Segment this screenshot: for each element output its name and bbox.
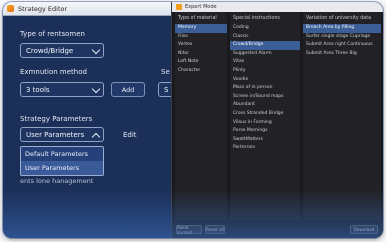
instructions-list: Coding Classic Crowd/Bridge Suggested Alarm…: [230, 24, 300, 153]
material-list-item[interactable]: Loft Note: [175, 58, 227, 67]
instruction-list-item[interactable]: Porterrain: [230, 144, 300, 153]
material-list-item[interactable]: Character: [175, 67, 227, 76]
instruction-list-item[interactable]: SwattMatters: [230, 136, 300, 145]
trailing-text: ents lone hanagement: [20, 177, 94, 185]
column-instructions: Special instructions Coding Classic Crowd/…: [230, 12, 300, 220]
params-label: Strategy Parameters: [20, 115, 93, 123]
params-select-value: User Parameters: [26, 130, 85, 139]
add-button[interactable]: Add: [111, 82, 145, 97]
column-variation: Variation of university data Breach Area…: [303, 12, 381, 220]
instruction-list-item[interactable]: Purse Mornings: [230, 127, 300, 136]
chevron-down-icon: [91, 45, 101, 55]
instruction-list-item[interactable]: Crowd/Bridge: [230, 41, 300, 50]
variation-list-item[interactable]: Submit Area right Continuous: [303, 41, 381, 50]
method-select-value: 3 tools: [26, 85, 50, 94]
type-label: Type of rentsomen: [20, 30, 85, 38]
instruction-list-item[interactable]: Screen in/Sound maps: [230, 93, 300, 102]
editor-titlebar: Strategy Editor: [3, 2, 171, 16]
chevron-up-icon: [91, 132, 101, 142]
params-dropdown-menu: Default Parameters User Parameters: [20, 146, 104, 176]
material-list-item[interactable]: Nitor: [175, 50, 227, 59]
edit-link[interactable]: Edit: [123, 131, 137, 139]
side-select[interactable]: S: [158, 82, 171, 97]
variation-list-item[interactable]: Surfer single stage Cupriage: [303, 33, 381, 42]
variation-list: Breach Area by filling Surfer single stag…: [303, 24, 381, 58]
side-select-value: S: [164, 85, 169, 94]
app-logo-icon: [7, 5, 14, 12]
expert-titlebar: Expert Mode: [172, 2, 383, 12]
instruction-list-item[interactable]: Vitas: [230, 58, 300, 67]
instruction-list-item[interactable]: Classic: [230, 33, 300, 42]
chevron-down-icon: [91, 84, 101, 94]
params-select[interactable]: User Parameters: [20, 127, 104, 142]
instruction-list-item[interactable]: Mass of in person: [230, 84, 300, 93]
instruction-list-item[interactable]: Voodie: [230, 76, 300, 85]
se-label: Se: [161, 68, 170, 76]
type-select-value: Crowd/Bridge: [26, 46, 74, 55]
material-list-item[interactable]: Memory: [175, 24, 227, 33]
instruction-list-item[interactable]: Vilous in Forming: [230, 119, 300, 128]
variation-list-item[interactable]: Submit Area Three Big: [303, 50, 381, 59]
editor-title: Strategy Editor: [18, 4, 68, 13]
material-list-item[interactable]: Vertex: [175, 41, 227, 50]
type-select[interactable]: Crowd/Bridge: [20, 43, 104, 58]
expert-title: Expert Mode: [185, 4, 217, 10]
download-button[interactable]: Download: [350, 225, 378, 234]
instruction-list-item[interactable]: Suggested Alarm: [230, 50, 300, 59]
column-header: Type of material: [178, 16, 217, 21]
app-logo-icon: [176, 4, 182, 10]
instruction-list-item[interactable]: Plinty: [230, 67, 300, 76]
method-label: Exmnution method: [20, 68, 87, 76]
instruction-list-item[interactable]: Abundant: [230, 101, 300, 110]
column-header: Variation of university data: [306, 16, 372, 21]
expert-window: Expert Mode Type of material Memory Files…: [171, 2, 383, 238]
expert-footer: Reset current Reset all Download: [172, 221, 383, 238]
instruction-list-item[interactable]: Coding: [230, 24, 300, 33]
dropdown-option-default[interactable]: Default Parameters: [21, 147, 103, 161]
material-list: Memory Files Vertex Nitor Loft Note Character: [175, 24, 227, 76]
material-list-item[interactable]: Files: [175, 33, 227, 42]
reset-current-button[interactable]: Reset current: [176, 225, 202, 235]
dropdown-option-user[interactable]: User Parameters: [21, 161, 103, 175]
editor-body: Type of rentsomen Crowd/Bridge Exmnution…: [3, 16, 171, 238]
instruction-list-item[interactable]: Cross Stranded Bridge: [230, 110, 300, 119]
method-select[interactable]: 3 tools: [20, 82, 104, 97]
column-material: Type of material Memory Files Vertex Nitor L…: [175, 12, 227, 220]
variation-list-item[interactable]: Breach Area by filling: [303, 24, 381, 33]
screenshot-frame: Strategy Editor Type of rentsomen Crowd/…: [3, 2, 383, 238]
reset-all-button[interactable]: Reset all: [205, 225, 225, 234]
column-header: Special instructions: [233, 16, 280, 21]
